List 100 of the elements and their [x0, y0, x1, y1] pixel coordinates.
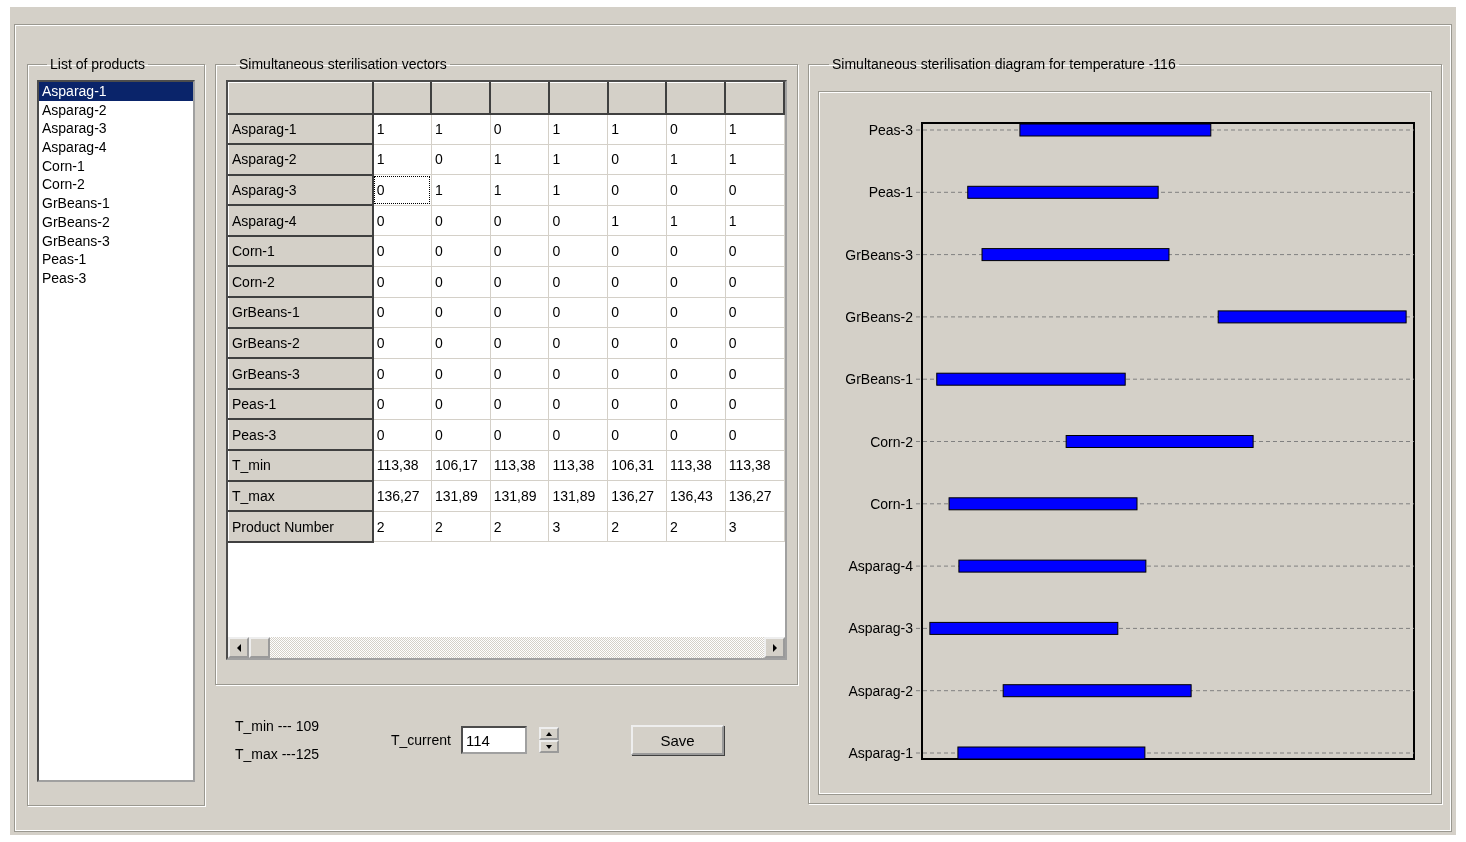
table-cell[interactable]: 0: [431, 358, 491, 389]
scroll-right-button[interactable]: [764, 637, 785, 658]
table-cell[interactable]: 0: [607, 327, 667, 359]
table-cell[interactable]: 0: [607, 419, 667, 451]
table-cell[interactable]: 0: [666, 419, 726, 451]
scroll-thumb[interactable]: [249, 637, 270, 658]
table-cell[interactable]: 0: [548, 419, 608, 451]
table-cell[interactable]: 2: [431, 511, 491, 542]
table-cell[interactable]: 0: [548, 327, 608, 359]
list-item[interactable]: Peas-3: [39, 268, 193, 288]
table-cell[interactable]: 2: [666, 511, 726, 542]
table-cell[interactable]: 136,43: [666, 480, 726, 512]
product-list[interactable]: Asparag-1 Asparag-2 Asparag-3 Asparag-4 Corn-1 Corn-2 GrBeans-1 GrBeans-2 GrBeans-3 Peas-1 Peas-3: [37, 80, 195, 782]
table-cell[interactable]: 0: [490, 358, 549, 389]
table-cell[interactable]: 1: [548, 174, 608, 206]
table-cell[interactable]: 0: [725, 419, 784, 451]
table-cell[interactable]: 0: [666, 174, 726, 206]
table-cell[interactable]: 0: [725, 297, 784, 328]
table-cell[interactable]: 136,27: [372, 480, 432, 512]
list-item[interactable]: Asparag-4: [39, 138, 193, 157]
table-cell[interactable]: 0: [490, 205, 549, 236]
table-cell[interactable]: 0: [372, 358, 432, 389]
table-cell[interactable]: 113,38: [666, 450, 726, 481]
table-cell[interactable]: 0: [548, 297, 608, 328]
table-cell[interactable]: 106,17: [431, 450, 491, 481]
column-header[interactable]: [548, 82, 608, 114]
table-cell[interactable]: 0: [431, 327, 491, 359]
table-cell[interactable]: 0: [607, 174, 667, 206]
table-cell[interactable]: 0: [431, 297, 491, 328]
table-cell[interactable]: 1: [372, 113, 432, 145]
table-cell[interactable]: 0: [548, 266, 608, 298]
table-cell[interactable]: 0: [725, 235, 784, 267]
table-cell[interactable]: 131,89: [548, 480, 608, 512]
table-cell[interactable]: 0: [490, 297, 549, 328]
table-cell[interactable]: 131,89: [490, 480, 549, 512]
table-cell[interactable]: 0: [725, 388, 784, 420]
table-cell[interactable]: 3: [548, 511, 608, 542]
table-cell[interactable]: 0: [372, 297, 432, 328]
table-cell[interactable]: 0: [666, 266, 726, 298]
table-cell[interactable]: 0: [431, 205, 491, 236]
table-cell[interactable]: 0: [372, 235, 432, 267]
table-cell[interactable]: 1: [372, 144, 432, 175]
table-cell[interactable]: 0: [725, 327, 784, 359]
table-cell[interactable]: 1: [548, 144, 608, 175]
table-cell[interactable]: 0: [490, 266, 549, 298]
spin-down-button[interactable]: [538, 740, 559, 753]
table-cell[interactable]: 136,27: [607, 480, 667, 512]
table-cell[interactable]: 0: [666, 327, 726, 359]
table-cell[interactable]: 0: [548, 235, 608, 267]
table-cell[interactable]: 0: [431, 266, 491, 298]
table-cell[interactable]: 0: [725, 174, 784, 206]
table-cell[interactable]: 131,89: [431, 480, 491, 512]
table-cell[interactable]: 0: [548, 358, 608, 389]
column-header[interactable]: [431, 82, 491, 114]
table-cell[interactable]: 0: [548, 388, 608, 420]
column-header[interactable]: [490, 82, 549, 114]
column-header[interactable]: [725, 82, 784, 114]
table-cell[interactable]: 0: [372, 266, 432, 298]
column-header[interactable]: [607, 82, 667, 114]
table-cell[interactable]: 2: [607, 511, 667, 542]
list-item[interactable]: GrBeans-2: [39, 212, 193, 232]
table-cell[interactable]: 0: [490, 388, 549, 420]
table-cell[interactable]: 0: [431, 235, 491, 267]
table-cell[interactable]: 0: [607, 266, 667, 298]
table-cell[interactable]: 0: [372, 205, 432, 236]
t-current-field[interactable]: 114: [460, 726, 527, 754]
table-cell[interactable]: 0: [725, 358, 784, 389]
table-cell[interactable]: 0: [490, 113, 549, 145]
table-cell[interactable]: 0: [372, 419, 432, 451]
table-cell[interactable]: 0: [666, 388, 726, 420]
table-cell[interactable]: 0: [725, 266, 784, 298]
spin-up-button[interactable]: [538, 727, 559, 740]
table-cell[interactable]: 113,38: [490, 450, 549, 481]
table-cell[interactable]: 0: [607, 144, 667, 175]
table-cell[interactable]: 0: [372, 327, 432, 359]
table-cell[interactable]: 0: [666, 297, 726, 328]
table-cell[interactable]: 1: [490, 174, 549, 206]
table-cell[interactable]: 1: [607, 205, 667, 236]
table-cell[interactable]: 0: [666, 113, 726, 145]
table-cell[interactable]: 0: [607, 235, 667, 267]
table-cell[interactable]: 0: [431, 419, 491, 451]
list-item[interactable]: Corn-2: [39, 175, 193, 195]
table-cell[interactable]: 1: [431, 174, 491, 206]
list-item[interactable]: Asparag-1: [39, 82, 193, 101]
list-item[interactable]: Asparag-2: [39, 100, 193, 120]
list-item[interactable]: GrBeans-1: [39, 194, 193, 213]
table-cell[interactable]: 1: [666, 205, 726, 236]
table-cell[interactable]: 1: [725, 113, 784, 145]
table-cell[interactable]: 3: [725, 511, 784, 542]
table-cell[interactable]: 0: [431, 144, 491, 175]
table-cell[interactable]: 113,38: [548, 450, 608, 481]
table-cell[interactable]: 2: [372, 511, 432, 542]
list-item[interactable]: Peas-1: [39, 250, 193, 269]
list-item[interactable]: Corn-1: [39, 156, 193, 176]
table-cell[interactable]: 1: [725, 205, 784, 236]
table-cell[interactable]: 0: [431, 388, 491, 420]
table-cell[interactable]: 0: [666, 358, 726, 389]
column-header[interactable]: [372, 82, 432, 114]
table-cell[interactable]: 0: [372, 388, 432, 420]
horizontal-scrollbar[interactable]: [228, 637, 785, 658]
